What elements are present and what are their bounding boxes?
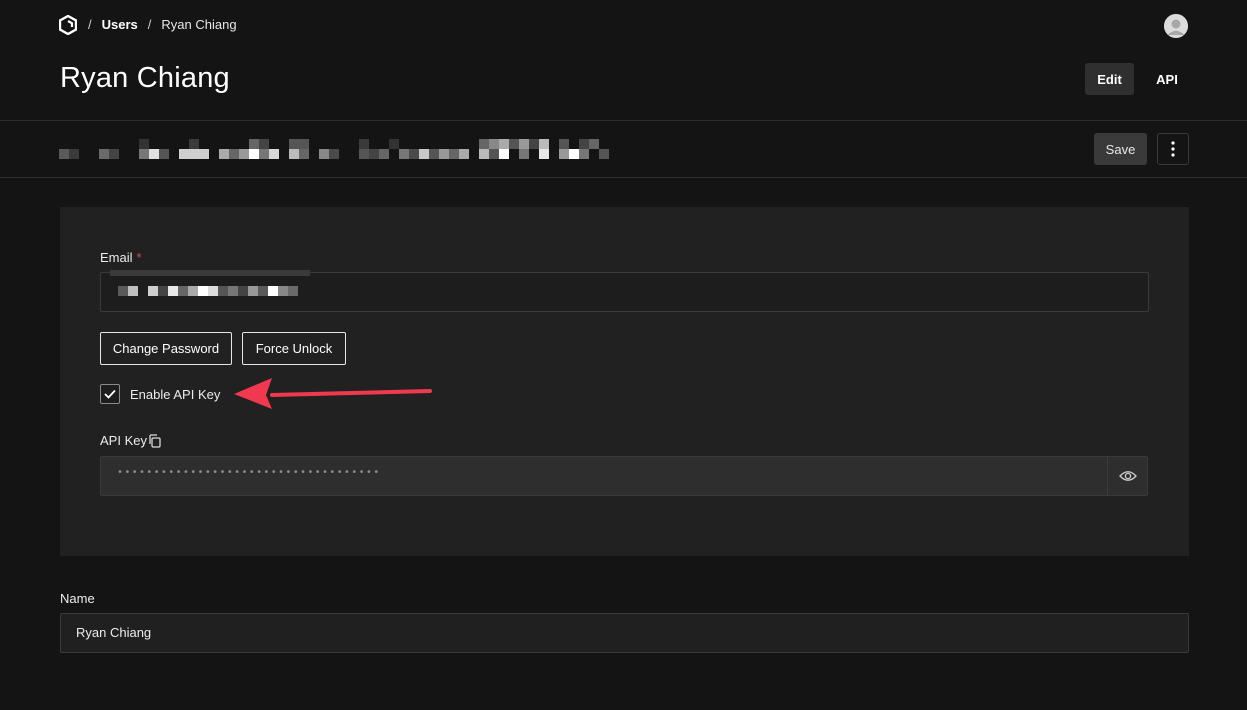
enable-api-key-label[interactable]: Enable API Key	[130, 387, 220, 402]
save-button[interactable]: Save	[1094, 133, 1147, 165]
user-avatar-icon	[1164, 14, 1188, 38]
red-arrow-annotation	[234, 378, 432, 409]
user-edit-page: / Users / Ryan Chiang Ryan Chiang Edit A…	[0, 0, 1247, 710]
reveal-api-key-button[interactable]	[1107, 457, 1147, 495]
pixelated-redaction	[59, 139, 609, 159]
top-bar: / Users / Ryan Chiang	[0, 0, 1247, 52]
credentials-panel	[60, 207, 1189, 556]
tab-edit[interactable]: Edit	[1085, 63, 1134, 95]
email-redaction	[110, 270, 310, 296]
email-label: Email *	[100, 250, 142, 265]
copy-icon[interactable]	[148, 433, 162, 448]
tab-api[interactable]: API	[1146, 63, 1188, 95]
header-divider	[0, 120, 1247, 121]
name-label: Name	[60, 591, 95, 606]
change-password-button[interactable]: Change Password	[100, 332, 232, 365]
eye-icon	[1118, 471, 1137, 481]
breadcrumb-separator: /	[147, 17, 152, 32]
enable-api-key-checkbox[interactable]	[100, 384, 120, 404]
api-key-label-text: API Key	[100, 433, 147, 448]
breadcrumb-current: Ryan Chiang	[161, 17, 237, 32]
api-key-masked-value: ••••••••••••••••••••••••••••••••••••	[117, 467, 381, 478]
toolbar-divider	[0, 177, 1247, 178]
checkmark-icon	[104, 389, 116, 399]
api-key-field[interactable]: ••••••••••••••••••••••••••••••••••••	[100, 456, 1148, 496]
name-field[interactable]: Ryan Chiang	[60, 613, 1189, 653]
force-unlock-button[interactable]: Force Unlock	[242, 332, 346, 365]
more-actions-button[interactable]	[1157, 133, 1189, 165]
redacted-record-id	[59, 139, 619, 159]
page-title: Ryan Chiang	[60, 62, 230, 94]
kebab-menu-icon	[1171, 141, 1175, 157]
email-label-text: Email	[100, 250, 133, 265]
logo-icon[interactable]	[59, 15, 77, 35]
breadcrumb-users-link[interactable]: Users	[102, 17, 138, 32]
email-field[interactable]	[100, 270, 1149, 312]
breadcrumb: / Users / Ryan Chiang	[88, 17, 237, 32]
avatar[interactable]	[1164, 14, 1188, 38]
api-key-label: API Key	[100, 433, 162, 448]
required-marker: *	[136, 250, 142, 265]
breadcrumb-separator: /	[88, 17, 92, 32]
